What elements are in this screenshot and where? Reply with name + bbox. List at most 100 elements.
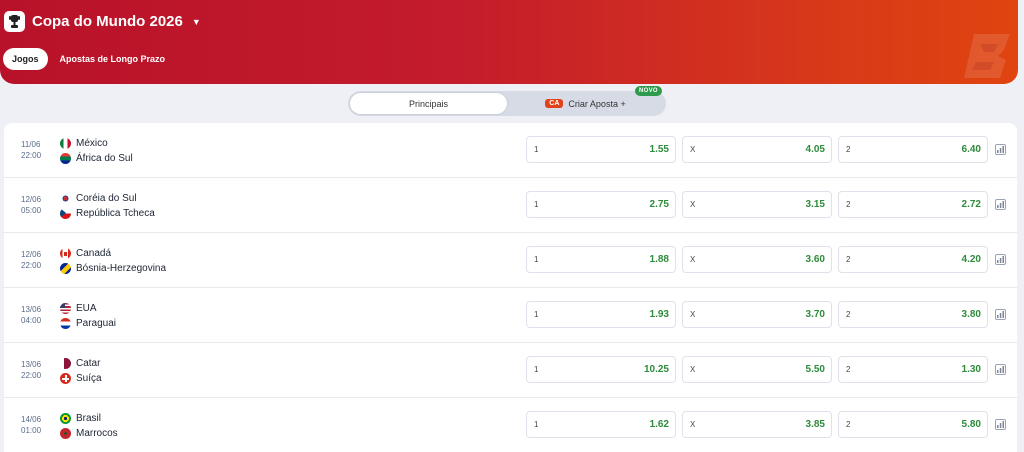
tab-apostas-longo-prazo[interactable]: Apostas de Longo Prazo — [60, 54, 166, 64]
odd-label: X — [690, 420, 696, 429]
match-teams[interactable]: EUA Paraguai — [60, 301, 116, 331]
odd-away-button[interactable]: 2 3.80 — [838, 301, 988, 328]
morocco-flag-icon — [60, 428, 71, 439]
match-time: 01:00 — [21, 426, 42, 435]
paraguay-flag-icon — [60, 318, 71, 329]
stats-icon[interactable] — [995, 364, 1006, 375]
odd-value: 2.72 — [961, 199, 981, 210]
switzerland-flag-icon — [60, 373, 71, 384]
odd-home-button[interactable]: 1 1.88 — [526, 246, 676, 273]
odd-label: 1 — [534, 145, 539, 154]
odd-label: 2 — [846, 255, 851, 264]
odd-home-button[interactable]: 1 1.93 — [526, 301, 676, 328]
odd-value: 3.85 — [805, 419, 825, 430]
match-time: 22:00 — [21, 261, 42, 270]
mexico-flag-icon — [60, 138, 71, 149]
odd-label: 1 — [534, 365, 539, 374]
odd-draw-button[interactable]: X 3.15 — [682, 191, 832, 218]
odd-label: 2 — [846, 200, 851, 209]
odd-value: 3.60 — [805, 254, 825, 265]
stats-icon[interactable] — [995, 199, 1006, 210]
match-teams[interactable]: México África do Sul — [60, 136, 133, 166]
odd-label: 1 — [534, 420, 539, 429]
odd-value: 1.88 — [649, 254, 669, 265]
odd-draw-button[interactable]: X 4.05 — [682, 136, 832, 163]
odd-value: 5.80 — [961, 419, 981, 430]
odd-away-button[interactable]: 2 2.72 — [838, 191, 988, 218]
odd-value: 6.40 — [961, 144, 981, 155]
south-korea-flag-icon — [60, 193, 71, 204]
stats-icon[interactable] — [995, 254, 1006, 265]
segment-criar-aposta[interactable]: CA Criar Aposta + — [507, 93, 664, 114]
odd-value: 5.50 — [805, 364, 825, 375]
match-teams[interactable]: Canadá Bósnia-Herzegovina — [60, 246, 166, 276]
match-date: 13/06 — [21, 360, 42, 369]
criar-aposta-tag: CA — [545, 99, 564, 108]
home-team: México — [76, 138, 108, 149]
match-row: 13/06 04:00 EUA Paraguai 1 1.93 X 3.70 2 3.… — [4, 288, 1017, 343]
tab-jogos[interactable]: Jogos — [3, 48, 48, 70]
bosnia-flag-icon — [60, 263, 71, 274]
match-time: 22:00 — [21, 151, 42, 160]
odd-value: 1.30 — [961, 364, 981, 375]
south-africa-flag-icon — [60, 153, 71, 164]
match-datetime: 11/06 22:00 — [21, 139, 51, 161]
odd-away-button[interactable]: 2 4.20 — [838, 246, 988, 273]
odd-label: X — [690, 255, 696, 264]
away-team: Bósnia-Herzegovina — [76, 263, 167, 274]
match-row: 14/06 01:00 Brasil Marrocos 1 1.62 X 3.85 … — [4, 398, 1017, 452]
odd-draw-button[interactable]: X 3.60 — [682, 246, 832, 273]
match-datetime: 13/06 22:00 — [21, 359, 51, 381]
title-row[interactable]: Copa do Mundo 2026 ▼ — [4, 11, 201, 32]
odd-draw-button[interactable]: X 3.85 — [682, 411, 832, 438]
czech-republic-flag-icon — [60, 208, 71, 219]
match-teams[interactable]: Brasil Marrocos — [60, 411, 118, 441]
match-datetime: 12/06 05:00 — [21, 194, 51, 216]
match-row: 13/06 22:00 Catar Suíça 1 10.25 X 5.50 2 1.… — [4, 343, 1017, 398]
odd-away-button[interactable]: 2 1.30 — [838, 356, 988, 383]
match-datetime: 14/06 01:00 — [21, 414, 51, 436]
odd-value: 1.62 — [649, 419, 669, 430]
match-row: 12/06 05:00 Coréia do Sul República Tche… — [4, 178, 1017, 233]
odd-home-button[interactable]: 1 10.25 — [526, 356, 676, 383]
odd-value: 10.25 — [643, 364, 669, 375]
match-datetime: 13/06 04:00 — [21, 304, 51, 326]
odd-value: 1.55 — [649, 144, 669, 155]
odd-away-button[interactable]: 2 6.40 — [838, 136, 988, 163]
match-time: 22:00 — [21, 371, 42, 380]
match-teams[interactable]: Catar Suíça — [60, 356, 102, 386]
home-team: EUA — [76, 303, 97, 314]
odd-home-button[interactable]: 1 1.62 — [526, 411, 676, 438]
novo-badge: NOVO — [635, 86, 662, 96]
qatar-flag-icon — [60, 358, 71, 369]
odd-value: 4.05 — [805, 144, 825, 155]
stats-icon[interactable] — [995, 144, 1006, 155]
match-row: 12/06 22:00 Canadá Bósnia-Herzegovina 11… — [4, 233, 1017, 288]
page-title: Copa do Mundo 2026 — [32, 13, 183, 30]
odd-label: 2 — [846, 310, 851, 319]
away-team: República Tcheca — [76, 208, 155, 219]
match-time: 05:00 — [21, 206, 42, 215]
odd-label: 2 — [846, 365, 851, 374]
match-date: 13/06 — [21, 305, 42, 314]
match-teams[interactable]: Coréia do Sul República Tcheca — [60, 191, 155, 221]
match-time: 04:00 — [21, 316, 42, 325]
odd-away-button[interactable]: 2 5.80 — [838, 411, 988, 438]
odd-label: 1 — [534, 200, 539, 209]
caret-down-icon[interactable]: ▼ — [192, 17, 201, 27]
trophy-icon — [4, 11, 25, 32]
home-team: Brasil — [76, 413, 102, 424]
odd-value: 1.93 — [649, 309, 669, 320]
segment-principais[interactable]: Principais — [350, 93, 507, 114]
odd-label: X — [690, 145, 696, 154]
odd-draw-button[interactable]: X 5.50 — [682, 356, 832, 383]
odd-label: 1 — [534, 255, 539, 264]
odd-draw-button[interactable]: X 3.70 — [682, 301, 832, 328]
competition-header: Copa do Mundo 2026 ▼ Jogos Apostas de Lo… — [0, 0, 1018, 84]
odd-value: 3.80 — [961, 309, 981, 320]
odd-home-button[interactable]: 1 1.55 — [526, 136, 676, 163]
stats-icon[interactable] — [995, 419, 1006, 430]
stats-icon[interactable] — [995, 309, 1006, 320]
odd-value: 3.15 — [805, 199, 825, 210]
odd-home-button[interactable]: 1 2.75 — [526, 191, 676, 218]
